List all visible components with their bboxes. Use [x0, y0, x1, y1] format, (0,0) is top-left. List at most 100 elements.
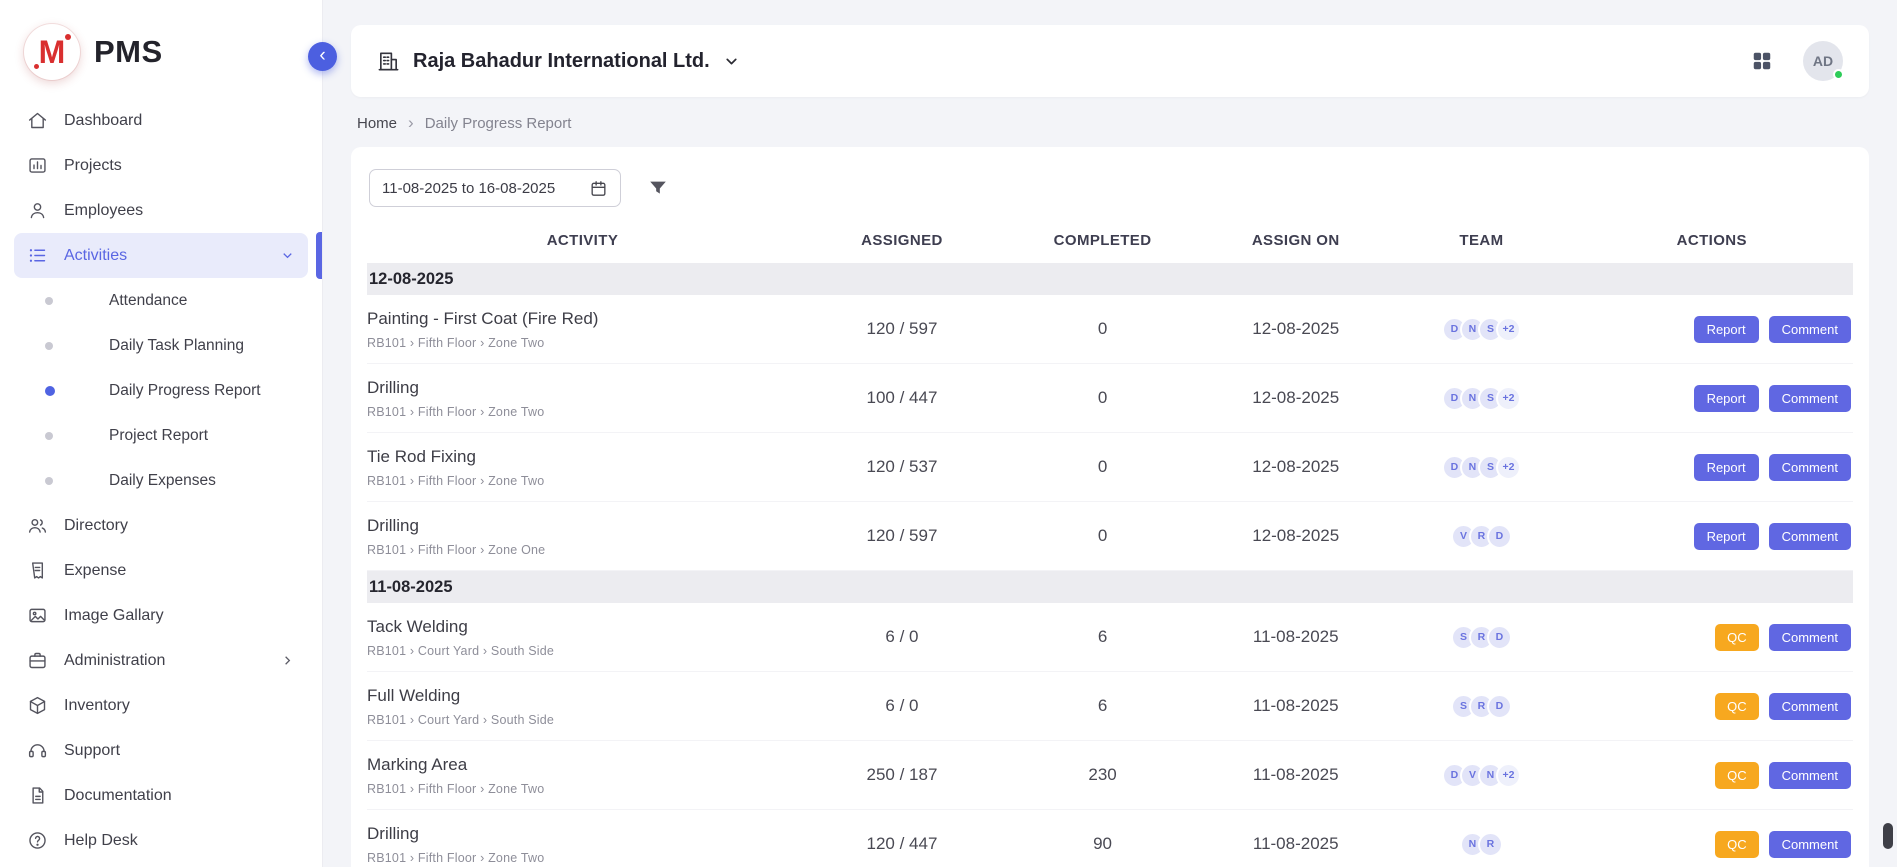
assign-on-value: 12-08-2025 — [1199, 319, 1392, 339]
team-avatar-more[interactable]: +2 — [1496, 317, 1521, 342]
comment-button[interactable]: Comment — [1769, 316, 1851, 343]
sidebar-subitem-daily-expenses[interactable]: Daily Expenses — [14, 458, 308, 503]
comment-button[interactable]: Comment — [1769, 831, 1851, 858]
qc-button[interactable]: QC — [1715, 693, 1759, 720]
directory-icon — [27, 515, 48, 536]
qc-button[interactable]: QC — [1715, 762, 1759, 789]
sidebar-item-label: Expense — [64, 562, 126, 580]
sidebar-item-label: Administration — [64, 652, 165, 670]
comment-button[interactable]: Comment — [1769, 454, 1851, 481]
inventory-icon — [27, 695, 48, 716]
filter-icon[interactable] — [647, 177, 669, 199]
team-avatar[interactable]: D — [1487, 625, 1512, 650]
team-avatar-more[interactable]: +2 — [1496, 763, 1521, 788]
assign-on-value: 11-08-2025 — [1199, 834, 1392, 854]
sidebar-item-label: Help Desk — [64, 832, 138, 850]
team-avatar-more[interactable]: +2 — [1496, 386, 1521, 411]
table-row: Tie Rod Fixing RB101 › Fifth Floor › Zon… — [367, 433, 1853, 502]
team-avatar[interactable]: R — [1478, 832, 1503, 857]
avatar[interactable]: AD — [1803, 41, 1843, 81]
chevron-separator-icon: › — [408, 113, 414, 133]
gallery-icon — [27, 605, 48, 626]
column-header-activity: ACTIVITY — [367, 232, 798, 249]
table-row: Drilling RB101 › Fifth Floor › Zone Two … — [367, 810, 1853, 867]
table-row: Painting - First Coat (Fire Red) RB101 ›… — [367, 295, 1853, 364]
column-header-completed: COMPLETED — [1006, 232, 1199, 249]
comment-button[interactable]: Comment — [1769, 523, 1851, 550]
administration-icon — [27, 650, 48, 671]
assigned-value: 250 / 187 — [798, 765, 1006, 785]
assigned-value: 6 / 0 — [798, 627, 1006, 647]
sidebar-item-activities[interactable]: Activities — [14, 233, 308, 278]
chevron-down-icon — [723, 53, 740, 70]
bullet-icon — [45, 342, 53, 350]
app-name: PMS — [94, 34, 163, 70]
app-logo: M PMS — [0, 0, 322, 98]
scrollbar-thumb[interactable] — [1883, 823, 1893, 849]
comment-button[interactable]: Comment — [1769, 624, 1851, 651]
breadcrumb-home[interactable]: Home — [357, 115, 397, 132]
sidebar-item-expense[interactable]: Expense — [14, 548, 308, 593]
main-content: Raja Bahadur International Ltd. AD Home … — [323, 25, 1897, 867]
sidebar-subitem-project-report[interactable]: Project Report — [14, 413, 308, 458]
team-avatars: D V N +2 — [1392, 763, 1570, 788]
column-header-team: TEAM — [1392, 232, 1570, 249]
sidebar-item-employees[interactable]: Employees — [14, 188, 308, 233]
qc-button[interactable]: QC — [1715, 831, 1759, 858]
report-button[interactable]: Report — [1694, 316, 1759, 343]
assigned-value: 120 / 447 — [798, 834, 1006, 854]
sidebar-subitem-label: Daily Expenses — [109, 472, 216, 490]
qc-button[interactable]: QC — [1715, 624, 1759, 651]
sidebar-item-directory[interactable]: Directory — [14, 503, 308, 548]
sidebar-item-inventory[interactable]: Inventory — [14, 683, 308, 728]
sidebar-subitem-label: Daily Task Planning — [109, 337, 244, 355]
sidebar-item-label: Dashboard — [64, 112, 142, 130]
team-avatar[interactable]: D — [1487, 694, 1512, 719]
comment-button[interactable]: Comment — [1769, 385, 1851, 412]
report-button[interactable]: Report — [1694, 523, 1759, 550]
company-selector[interactable]: Raja Bahadur International Ltd. — [377, 50, 740, 73]
bullet-icon — [45, 477, 53, 485]
sidebar-collapse-button[interactable]: ‹ — [308, 42, 337, 71]
team-avatar-more[interactable]: +2 — [1496, 455, 1521, 480]
activity-title: Painting - First Coat (Fire Red) — [367, 309, 788, 329]
employees-icon — [27, 200, 48, 221]
comment-button[interactable]: Comment — [1769, 693, 1851, 720]
breadcrumb: Home › Daily Progress Report — [351, 113, 1869, 133]
team-avatar[interactable]: D — [1487, 524, 1512, 549]
calendar-icon[interactable] — [589, 179, 608, 198]
sidebar-item-projects[interactable]: Projects — [14, 143, 308, 188]
report-button[interactable]: Report — [1694, 454, 1759, 481]
table-row: Tack Welding RB101 › Court Yard › South … — [367, 603, 1853, 672]
column-header-assign-on: ASSIGN ON — [1199, 232, 1392, 249]
active-indicator — [316, 232, 322, 279]
column-header-assigned: ASSIGNED — [798, 232, 1006, 249]
report-button[interactable]: Report — [1694, 385, 1759, 412]
team-avatars: D N S +2 — [1392, 455, 1570, 480]
projects-icon — [27, 155, 48, 176]
sidebar-item-support[interactable]: Support — [14, 728, 308, 773]
sidebar-item-image-gallery[interactable]: Image Gallary — [14, 593, 308, 638]
sidebar-subitem-daily-task-planning[interactable]: Daily Task Planning — [14, 323, 308, 368]
apps-grid-icon[interactable] — [1751, 50, 1773, 72]
date-range-input[interactable]: 11-08-2025 to 16-08-2025 — [369, 169, 621, 207]
comment-button[interactable]: Comment — [1769, 762, 1851, 789]
sidebar-item-dashboard[interactable]: Dashboard — [14, 98, 308, 143]
activities-icon — [27, 245, 48, 266]
table-row: Drilling RB101 › Fifth Floor › Zone Two … — [367, 364, 1853, 433]
completed-value: 0 — [1006, 457, 1199, 477]
assign-on-value: 12-08-2025 — [1199, 388, 1392, 408]
chevron-right-icon — [280, 653, 295, 668]
completed-value: 0 — [1006, 319, 1199, 339]
completed-value: 90 — [1006, 834, 1199, 854]
activity-title: Drilling — [367, 824, 788, 844]
sidebar-item-administration[interactable]: Administration — [14, 638, 308, 683]
report-panel: 11-08-2025 to 16-08-2025 ACTIVITY ASSIGN… — [351, 147, 1869, 867]
completed-value: 0 — [1006, 388, 1199, 408]
activity-title: Tack Welding — [367, 617, 788, 637]
sidebar-item-documentation[interactable]: Documentation — [14, 773, 308, 818]
sidebar-subitem-daily-progress-report[interactable]: Daily Progress Report — [14, 368, 308, 413]
sidebar-item-help-desk[interactable]: Help Desk — [14, 818, 308, 863]
date-group-header: 12-08-2025 — [367, 263, 1853, 295]
sidebar-subitem-attendance[interactable]: Attendance — [14, 278, 308, 323]
